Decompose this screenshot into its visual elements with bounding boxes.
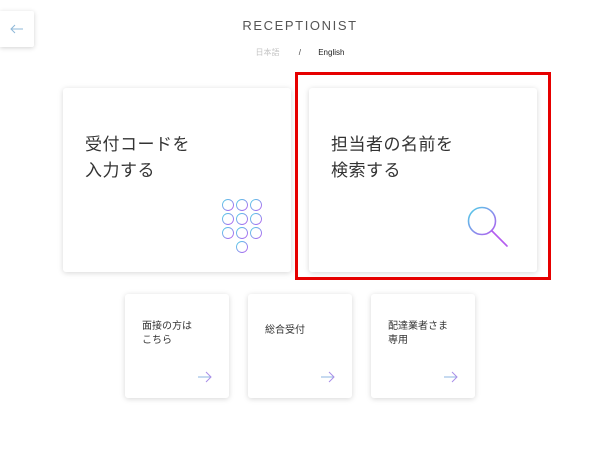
search-staff-name-card[interactable]: 担当者の名前を 検索する — [309, 88, 537, 272]
general-reception-label: 総合受付 — [265, 325, 305, 336]
language-switcher: 日本語 / English — [0, 47, 600, 58]
interview-label: 面接の方は こちら — [142, 321, 192, 346]
arrow-right-icon — [321, 371, 335, 383]
interview-card[interactable]: 面接の方は こちら — [125, 294, 229, 398]
general-reception-card[interactable]: 総合受付 — [248, 294, 352, 398]
language-separator: / — [298, 48, 301, 57]
arrow-right-icon — [198, 371, 212, 383]
language-japanese-link[interactable]: 日本語 — [256, 47, 280, 58]
search-icon — [467, 206, 508, 247]
receptionist-screen: RECEPTIONIST 日本語 / English 受付コードを 入力する 担… — [0, 0, 600, 450]
language-english-link[interactable]: English — [318, 48, 344, 57]
enter-reception-code-card[interactable]: 受付コードを 入力する — [63, 88, 291, 272]
delivery-label: 配達業者さま 専用 — [388, 321, 448, 346]
delivery-card[interactable]: 配達業者さま 専用 — [371, 294, 475, 398]
enter-reception-code-label: 受付コードを 入力する — [85, 135, 190, 181]
app-title: RECEPTIONIST — [242, 18, 358, 33]
search-staff-name-label: 担当者の名前を 検索する — [331, 135, 454, 181]
keypad-icon — [222, 199, 262, 253]
arrow-right-icon — [444, 371, 458, 383]
